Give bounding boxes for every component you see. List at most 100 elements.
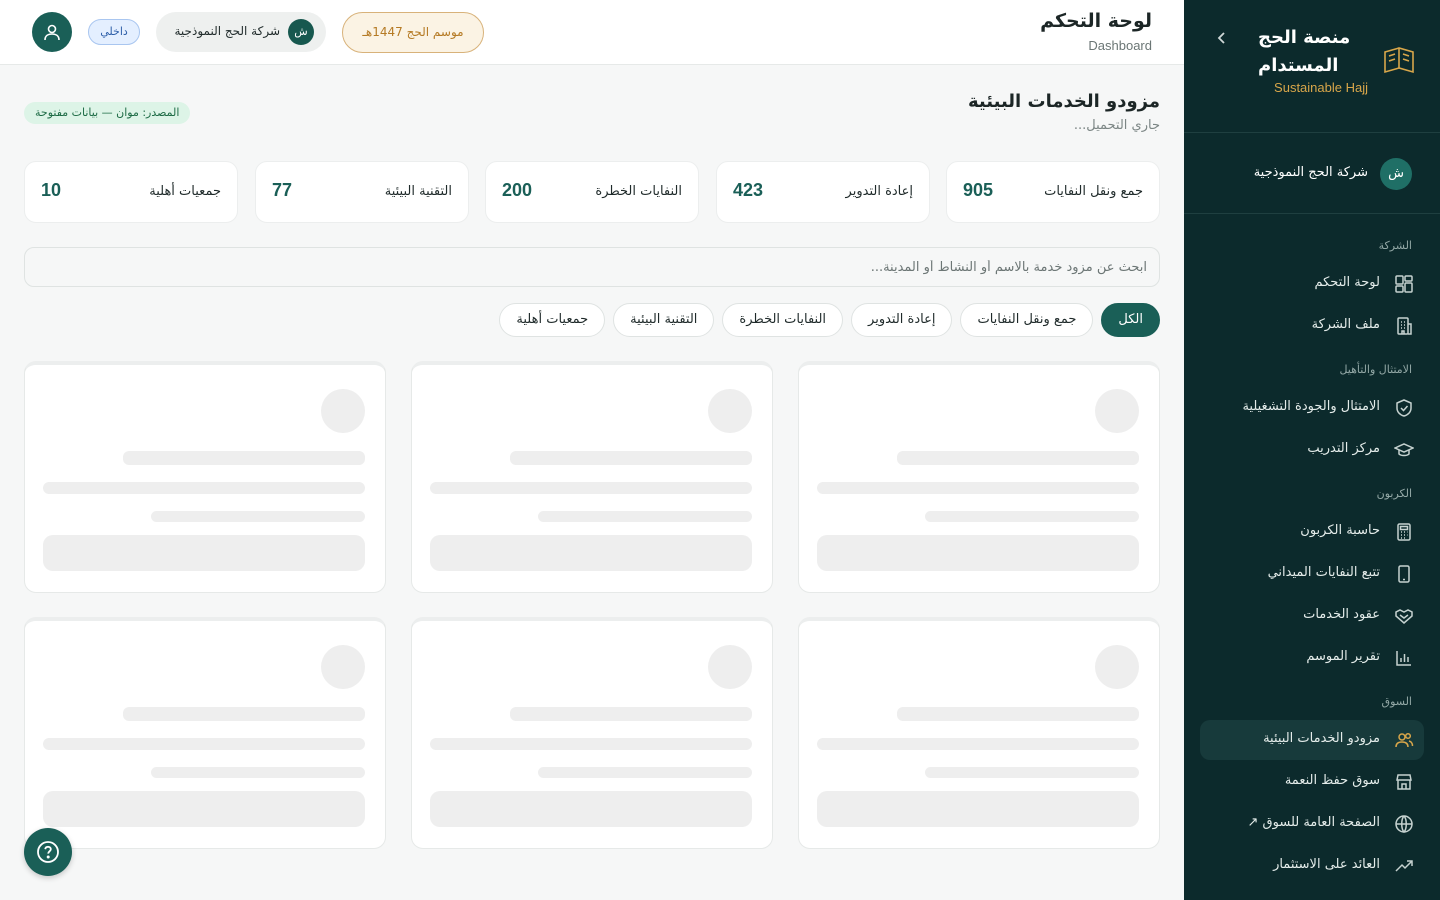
skeleton-line bbox=[510, 451, 752, 465]
main-content: مزودو الخدمات البيئية جاري التحميل... ال… bbox=[0, 65, 1184, 900]
help-question-icon bbox=[37, 841, 59, 863]
stat-card: جمعيات أهلية 10 bbox=[24, 161, 238, 223]
skeleton-line bbox=[538, 511, 752, 522]
filter-chip-ngos[interactable]: جمعيات أهلية bbox=[499, 303, 606, 337]
page-title: لوحة التحكم bbox=[1040, 10, 1152, 32]
stat-label: النفايات الخطرة bbox=[595, 184, 682, 199]
graduation-cap-icon bbox=[1394, 443, 1414, 457]
filter-chip-environmental-tech[interactable]: التقنية البيئية bbox=[613, 303, 715, 337]
skeleton-avatar bbox=[321, 645, 365, 689]
sidebar-item-label: ملف الشركة bbox=[1311, 317, 1380, 332]
search-input[interactable] bbox=[25, 248, 1159, 286]
search-box bbox=[24, 247, 1160, 287]
sidebar-item-label: تقرير الموسم bbox=[1306, 649, 1380, 664]
sidebar-item-dashboard[interactable]: لوحة التحكم bbox=[1200, 264, 1424, 304]
skeleton-line bbox=[123, 707, 365, 721]
chevron-right-icon bbox=[1217, 32, 1225, 44]
skeleton-button bbox=[817, 535, 1139, 571]
nav-section-title: الامتثال والتأهيل bbox=[1339, 363, 1412, 376]
skeleton-avatar bbox=[708, 645, 752, 689]
stat-card: إعادة التدوير 423 bbox=[716, 161, 930, 223]
top-header: لوحة التحكم Dashboard موسم الحج 1447هـ ش… bbox=[0, 0, 1184, 65]
company-avatar: ش bbox=[288, 19, 314, 45]
skeleton-button bbox=[430, 791, 752, 827]
company-switcher[interactable]: ش شركة الحج النموذجية bbox=[156, 12, 326, 52]
stat-value: 905 bbox=[963, 180, 994, 200]
sidebar-item-season-report[interactable]: تقرير الموسم bbox=[1200, 638, 1424, 678]
stat-card: النفايات الخطرة 200 bbox=[485, 161, 699, 223]
sidebar-item-label: حاسبة الكربون bbox=[1300, 523, 1380, 538]
sidebar-item-label: الصفحة العامة للسوق ↗ bbox=[1247, 815, 1380, 830]
filter-chip-recycling[interactable]: إعادة التدوير bbox=[851, 303, 953, 337]
season-selector[interactable]: موسم الحج 1447هـ bbox=[342, 12, 484, 53]
skeleton-avatar bbox=[1095, 645, 1139, 689]
book-logo-icon bbox=[1384, 47, 1414, 74]
sidebar-nav: الشركة لوحة التحكم ملف الشركة الامتثال و… bbox=[1184, 214, 1440, 886]
skeleton-avatar bbox=[708, 389, 752, 433]
sidebar-item-label: مزودو الخدمات البيئية bbox=[1263, 731, 1380, 746]
provider-card-skeleton bbox=[411, 617, 773, 849]
provider-card-skeleton bbox=[798, 361, 1160, 593]
handshake-icon bbox=[1395, 609, 1413, 624]
filter-chips: الكل جمع ونقل النفايات إعادة التدوير الن… bbox=[499, 303, 1160, 337]
help-button[interactable] bbox=[24, 828, 72, 876]
skeleton-line bbox=[430, 482, 752, 494]
user-icon bbox=[44, 24, 60, 41]
sidebar-brand: منصة الحج المستدام Sustainable Hajj bbox=[1184, 0, 1440, 133]
stat-card: جمع ونقل النفايات 905 bbox=[946, 161, 1160, 223]
nav-section-title: الشركة bbox=[1378, 239, 1412, 252]
sidebar-item-environmental-providers[interactable]: مزودو الخدمات البيئية bbox=[1200, 720, 1424, 760]
skeleton-line bbox=[43, 738, 365, 750]
users-icon bbox=[1395, 732, 1414, 748]
skeleton-line bbox=[151, 767, 365, 778]
skeleton-line bbox=[151, 511, 365, 522]
stat-label: جمعيات أهلية bbox=[149, 184, 221, 199]
stat-value: 77 bbox=[272, 180, 293, 200]
sidebar: منصة الحج المستدام Sustainable Hajj ش شر… bbox=[1184, 0, 1440, 900]
stat-value: 423 bbox=[733, 180, 764, 200]
sidebar-item-training[interactable]: مركز التدريب bbox=[1200, 430, 1424, 470]
section-title: مزودو الخدمات البيئية bbox=[967, 91, 1160, 112]
sidebar-item-food-preservation-market[interactable]: سوق حفظ النعمة bbox=[1200, 762, 1424, 802]
sidebar-item-label: عقود الخدمات bbox=[1303, 607, 1380, 622]
sidebar-item-label: سوق حفظ النعمة bbox=[1284, 773, 1380, 788]
provider-card-skeleton bbox=[411, 361, 773, 593]
filter-chip-waste-collection[interactable]: جمع ونقل النفايات bbox=[960, 303, 1094, 337]
store-icon bbox=[1396, 774, 1412, 790]
stat-value: 10 bbox=[41, 180, 62, 200]
sidebar-item-waste-tracking[interactable]: تتبع النفايات الميداني bbox=[1200, 554, 1424, 594]
source-badge: المصدر: موان — بيانات مفتوحة bbox=[24, 102, 191, 124]
brand-title: منصة الحج المستدام bbox=[1258, 27, 1351, 76]
skeleton-button bbox=[817, 791, 1139, 827]
skeleton-line bbox=[430, 738, 752, 750]
skeleton-line bbox=[925, 511, 1139, 522]
sidebar-item-label: تتبع النفايات الميداني bbox=[1267, 565, 1380, 580]
sidebar-item-public-market-page[interactable]: الصفحة العامة للسوق ↗ bbox=[1200, 804, 1424, 844]
filter-chip-all[interactable]: الكل bbox=[1101, 303, 1160, 337]
skeleton-avatar bbox=[321, 389, 365, 433]
provider-card-skeleton bbox=[24, 361, 386, 593]
skeleton-line bbox=[817, 482, 1139, 494]
sidebar-item-label: لوحة التحكم bbox=[1314, 275, 1380, 290]
sidebar-item-compliance[interactable]: الامتثال والجودة التشغيلية bbox=[1200, 388, 1424, 428]
stat-label: إعادة التدوير bbox=[845, 184, 913, 199]
page-subtitle: Dashboard bbox=[1088, 38, 1152, 53]
skeleton-button bbox=[43, 791, 365, 827]
skeleton-line bbox=[510, 707, 752, 721]
filter-chip-hazardous-waste[interactable]: النفايات الخطرة bbox=[722, 303, 844, 337]
company-avatar: ش bbox=[1380, 158, 1412, 190]
sidebar-item-roi[interactable]: العائد على الاستثمار bbox=[1200, 846, 1424, 886]
mobile-device-icon bbox=[1398, 565, 1410, 583]
skeleton-line bbox=[897, 707, 1139, 721]
user-menu-button[interactable] bbox=[32, 12, 72, 52]
skeleton-line bbox=[817, 738, 1139, 750]
company-name: شركة الحج النموذجية bbox=[1253, 165, 1368, 180]
sidebar-item-company-profile[interactable]: ملف الشركة bbox=[1200, 306, 1424, 346]
skeleton-button bbox=[430, 535, 752, 571]
nav-section-title: الكربون bbox=[1376, 487, 1412, 500]
bar-chart-icon bbox=[1396, 651, 1411, 666]
sidebar-company[interactable]: ش شركة الحج النموذجية bbox=[1184, 133, 1440, 214]
sidebar-item-carbon-calculator[interactable]: حاسبة الكربون bbox=[1200, 512, 1424, 552]
collapse-sidebar-button[interactable] bbox=[1210, 30, 1234, 50]
sidebar-item-service-contracts[interactable]: عقود الخدمات bbox=[1200, 596, 1424, 636]
